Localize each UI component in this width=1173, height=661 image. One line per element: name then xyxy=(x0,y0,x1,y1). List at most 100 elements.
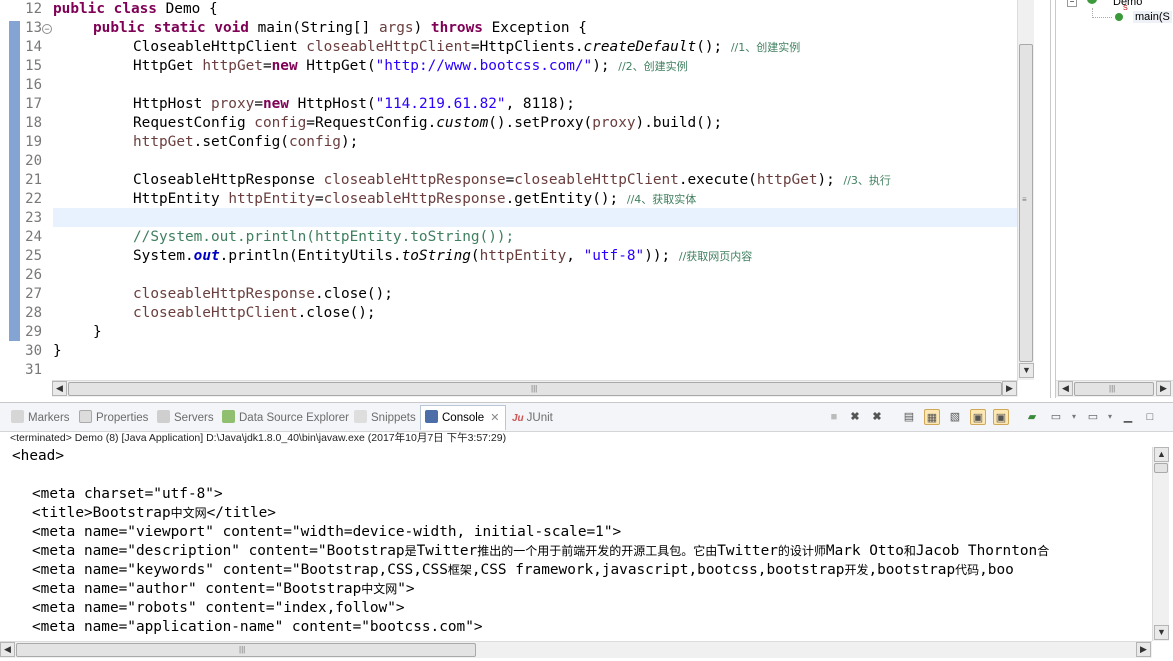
tab-servers[interactable]: Servers xyxy=(157,409,214,427)
code-token: .execute( xyxy=(678,172,757,188)
outline-hscroll-thumb[interactable]: ||| xyxy=(1074,382,1154,396)
code-token: RequestConfig xyxy=(133,115,255,131)
tab-data-source-explorer[interactable]: Data Source Explorer xyxy=(222,409,349,427)
code-token: closeableHttpResponse xyxy=(323,191,506,207)
code-token: void xyxy=(214,20,249,36)
code-token: HttpHost( xyxy=(288,96,376,112)
scroll-left-button[interactable]: ◀ xyxy=(0,642,15,657)
chevron-down-icon[interactable]: ▾ xyxy=(1102,409,1118,425)
tab-label: Properties xyxy=(96,412,149,424)
java-editor[interactable]: − 12 13 14 15 16 17 18 19 20 21 22 23 24 25 26 27 28 29 30… xyxy=(0,0,1051,398)
current-line-highlight xyxy=(53,208,1017,227)
outline-method-label[interactable]: main(S xyxy=(1133,11,1172,23)
chevron-down-icon[interactable]: ▾ xyxy=(1066,409,1082,425)
code-token: ().setProxy( xyxy=(488,115,593,131)
console-hscroll-thumb[interactable]: ||| xyxy=(16,643,476,657)
scroll-down-button[interactable]: ▼ xyxy=(1019,363,1034,378)
code-comment: //2、创建实例 xyxy=(618,60,688,73)
scroll-right-button[interactable]: ▶ xyxy=(1002,381,1017,396)
code-token: public xyxy=(53,1,105,17)
code-line-27: closeableHttpResponse.close(); xyxy=(133,285,393,304)
remove-all-terminated-icon[interactable]: ✖ xyxy=(869,409,885,425)
outline-horizontal-scrollbar[interactable]: ◀ ||| ▶ xyxy=(1056,380,1173,397)
pin-console-icon[interactable]: ▰ xyxy=(1024,409,1040,425)
line-number: 29 xyxy=(25,324,42,340)
database-icon xyxy=(222,410,235,423)
show-on-stdout-icon[interactable]: ▣ xyxy=(970,409,986,425)
console-text: <head> xyxy=(12,448,64,464)
scroll-left-button[interactable]: ◀ xyxy=(52,381,67,396)
tab-console[interactable]: Console ✕ xyxy=(420,405,507,430)
tab-junit[interactable]: Ju JUnit xyxy=(512,409,553,427)
console-text: 合 xyxy=(1037,544,1050,558)
code-token: out xyxy=(193,248,220,264)
code-area[interactable]: public class Demo { public static void m… xyxy=(53,0,1017,380)
servers-icon xyxy=(157,410,170,423)
editor-vertical-scrollbar[interactable]: ≡ ▼ xyxy=(1017,0,1034,380)
console-text: "> xyxy=(397,581,415,597)
fold-collapse-icon[interactable]: − xyxy=(42,24,52,34)
code-token: CloseableHttpResponse xyxy=(133,172,324,188)
tree-collapse-icon[interactable]: − xyxy=(1067,0,1077,7)
show-on-stderr-icon[interactable]: ▣ xyxy=(993,409,1009,425)
console-text: ,boo xyxy=(979,562,1014,578)
console-line: <title>Bootstrap中文网</title> xyxy=(32,504,276,523)
console-text: <meta name="application-name" content="b… xyxy=(32,619,483,635)
code-token: )); xyxy=(644,248,679,264)
code-token: closeableHttpClient xyxy=(306,39,471,55)
console-text: <meta name="keywords" content="Bootstrap… xyxy=(32,562,448,578)
console-text: 中文网 xyxy=(170,506,207,520)
code-token: =RequestConfig. xyxy=(306,115,437,131)
console-line: <head> xyxy=(12,447,64,466)
line-number: 31 xyxy=(25,362,42,378)
console-vertical-scrollbar[interactable]: ▲ ▼ xyxy=(1152,447,1169,641)
editor-vscroll-thumb[interactable]: ≡ xyxy=(1019,44,1033,362)
code-line-19: httpGet.setConfig(config); xyxy=(133,133,358,152)
code-token: httpEntity xyxy=(479,248,567,264)
line-number-gutter: − 12 13 14 15 16 17 18 19 20 21 22 23 24 25 26 27 28 29 30… xyxy=(0,0,52,380)
word-wrap-icon[interactable]: ▧ xyxy=(947,409,963,425)
minimize-icon[interactable]: ▁ xyxy=(1120,409,1136,425)
console-text: <meta name="viewport" content="width=dev… xyxy=(32,524,622,540)
console-text: <meta name="description" content="Bootst… xyxy=(32,543,405,559)
scroll-lock-icon[interactable]: ▦ xyxy=(924,409,940,425)
clear-console-icon[interactable]: ▤ xyxy=(901,409,917,425)
code-token: .println(EntityUtils. xyxy=(219,248,402,264)
code-token: main(String[] xyxy=(248,20,379,36)
terminate-icon[interactable]: ■ xyxy=(826,409,842,425)
outline-view[interactable]: − Demo S main(S ◀ ||| ▶ xyxy=(1055,0,1173,398)
scroll-left-button[interactable]: ◀ xyxy=(1058,381,1073,396)
tab-markers[interactable]: Markers xyxy=(11,409,70,427)
bottom-view-tabbar: Markers Properties Servers Data Source E… xyxy=(0,402,1173,432)
console-line: <meta name="viewport" content="width=dev… xyxy=(32,523,621,542)
console-horizontal-scrollbar[interactable]: ◀ ||| ▶ xyxy=(0,641,1152,658)
scroll-down-button[interactable]: ▼ xyxy=(1154,625,1169,640)
open-console-icon[interactable]: ▭ xyxy=(1085,409,1101,425)
code-token: .close(); xyxy=(314,286,393,302)
console-line: <meta name="description" content="Bootst… xyxy=(32,542,1049,561)
scroll-right-button[interactable]: ▶ xyxy=(1156,381,1171,396)
console-output[interactable]: <head> <meta charset="utf-8"> <title>Boo… xyxy=(0,447,1152,641)
maximize-icon[interactable]: □ xyxy=(1142,409,1158,425)
static-modifier-icon: S xyxy=(1123,5,1128,12)
close-icon[interactable]: ✕ xyxy=(490,412,499,424)
display-console-icon[interactable]: ▭ xyxy=(1048,409,1064,425)
code-token: throws xyxy=(430,20,483,36)
code-token: Exception { xyxy=(482,20,587,36)
code-token: httpEntity xyxy=(228,191,315,207)
line-number: 12 xyxy=(25,1,42,17)
editor-hscroll-thumb[interactable]: ||| xyxy=(68,382,1002,396)
scroll-right-button[interactable]: ▶ xyxy=(1136,642,1151,657)
tab-snippets[interactable]: Snippets xyxy=(354,409,416,427)
console-vscroll-thumb[interactable] xyxy=(1154,463,1168,473)
code-string: "114.219.61.82" xyxy=(375,96,506,112)
editor-horizontal-scrollbar[interactable]: ◀ ||| ▶ xyxy=(52,380,1018,397)
code-line-24: //System.out.println(httpEntity.toString… xyxy=(133,228,514,247)
code-line-12: public class Demo { xyxy=(53,0,218,19)
scroll-up-button[interactable]: ▲ xyxy=(1154,447,1169,462)
remove-launch-icon[interactable]: ✖ xyxy=(847,409,863,425)
tab-properties[interactable]: Properties xyxy=(79,409,148,427)
code-token: = xyxy=(505,172,515,188)
code-token: proxy xyxy=(210,96,255,112)
line-number: 15 xyxy=(25,58,42,74)
